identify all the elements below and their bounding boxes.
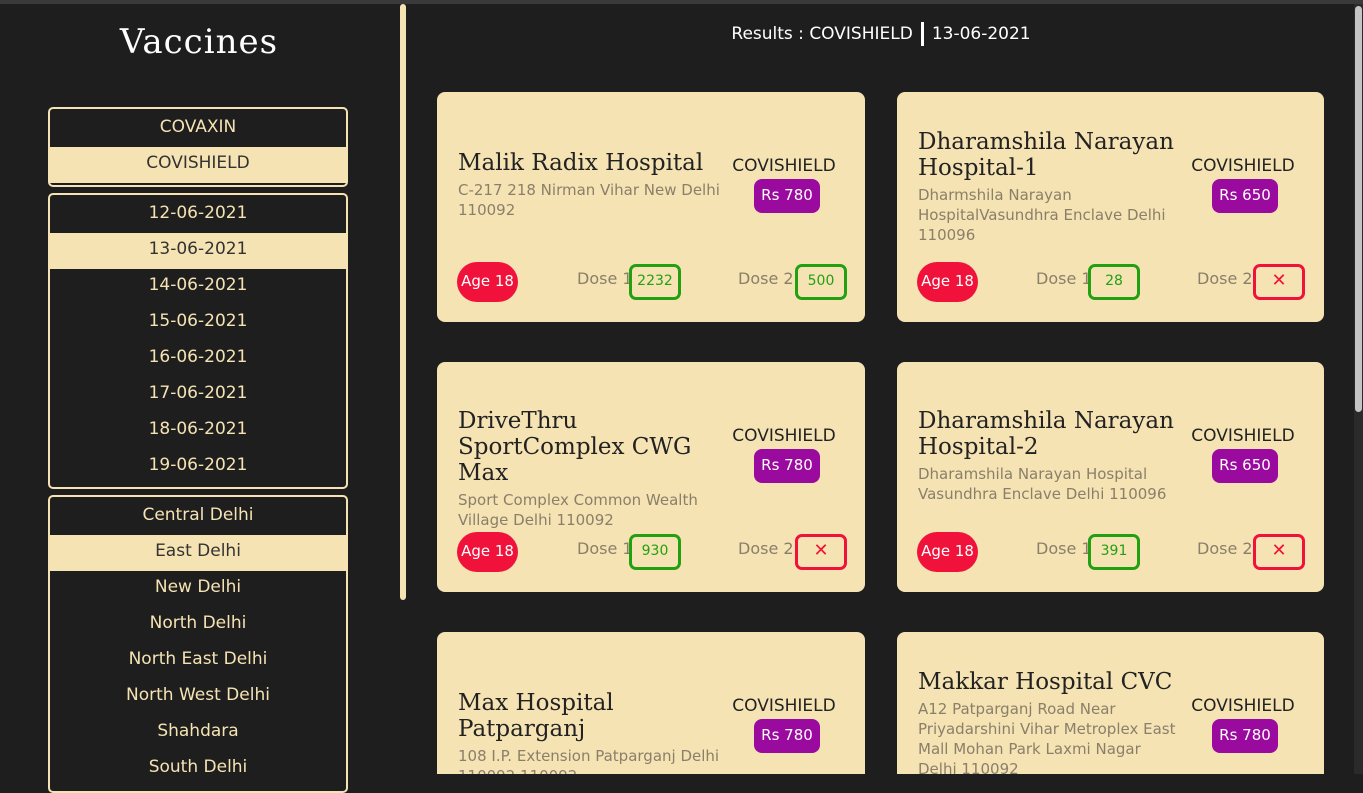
center-info: Malik Radix Hospital C-217 218 Nirman Vi… bbox=[458, 150, 720, 220]
dose1-label: Dose 1 bbox=[577, 539, 633, 558]
dose1-count[interactable]: 28 bbox=[1088, 264, 1140, 300]
center-name: Dharamshila Narayan Hospital-1 bbox=[918, 129, 1174, 181]
results-vaccine: COVISHIELD bbox=[809, 24, 913, 44]
price-badge: Rs 780 bbox=[754, 179, 820, 213]
dose1-count[interactable]: 391 bbox=[1088, 534, 1140, 570]
dose2-label: Dose 2 bbox=[738, 269, 794, 288]
dose2-label: Dose 2 bbox=[1197, 539, 1253, 558]
center-card: Malik Radix Hospital C-217 218 Nirman Vi… bbox=[437, 92, 865, 322]
price-badge: Rs 780 bbox=[754, 719, 820, 753]
separator-bar bbox=[920, 22, 924, 46]
district-option[interactable]: South Delhi bbox=[50, 751, 346, 787]
center-name: Makkar Hospital CVC bbox=[918, 669, 1173, 695]
center-card: Dharamshila Narayan Hospital-1 Dharmshil… bbox=[897, 92, 1324, 322]
price-badge: Rs 650 bbox=[1212, 179, 1278, 213]
date-select[interactable]: 12-06-2021 13-06-2021 14-06-2021 15-06-2… bbox=[48, 193, 348, 489]
date-option[interactable]: 12-06-2021 bbox=[50, 197, 346, 233]
center-card: Dharamshila Narayan Hospital-2 Dharamshi… bbox=[897, 362, 1324, 592]
dose2-unavailable[interactable]: ✕ bbox=[795, 534, 847, 570]
age-badge: Age 18 bbox=[457, 262, 518, 302]
age-badge: Age 18 bbox=[457, 532, 518, 572]
center-info: Dharamshila Narayan Hospital-1 Dharmshil… bbox=[918, 129, 1180, 245]
district-select[interactable]: Central Delhi East Delhi New Delhi North… bbox=[48, 495, 348, 793]
results-header: Results : COVISHIELD 13-06-2021 bbox=[406, 22, 1356, 46]
district-option[interactable]: North East Delhi bbox=[50, 643, 346, 679]
price-badge: Rs 780 bbox=[1212, 719, 1278, 753]
vaccine-name: COVISHIELD bbox=[732, 426, 836, 446]
date-option[interactable]: 19-06-2021 bbox=[50, 449, 346, 485]
center-address: Sport Complex Common Wealth Village Delh… bbox=[458, 491, 698, 529]
center-card: Max Hospital Patparganj 108 I.P. Extensi… bbox=[437, 632, 865, 774]
dose1-label: Dose 1 bbox=[1036, 269, 1092, 288]
date-option[interactable]: 16-06-2021 bbox=[50, 341, 346, 377]
vaccine-name: COVISHIELD bbox=[1191, 156, 1295, 176]
dose2-unavailable[interactable]: ✕ bbox=[1253, 264, 1305, 300]
center-card: Makkar Hospital CVC A12 Patparganj Road … bbox=[897, 632, 1324, 774]
district-option[interactable]: North West Delhi bbox=[50, 679, 346, 715]
date-option[interactable]: 13-06-2021 bbox=[50, 233, 346, 269]
vaccine-name: COVISHIELD bbox=[1191, 426, 1295, 446]
center-name: Dharamshila Narayan Hospital-2 bbox=[918, 408, 1174, 460]
date-option[interactable]: 15-06-2021 bbox=[50, 305, 346, 341]
age-badge: Age 18 bbox=[917, 262, 978, 302]
district-option[interactable]: East Delhi bbox=[50, 535, 346, 571]
district-option[interactable]: North Delhi bbox=[50, 607, 346, 643]
dose2-label: Dose 2 bbox=[1197, 269, 1253, 288]
dose2-unavailable[interactable]: ✕ bbox=[1253, 534, 1305, 570]
price-badge: Rs 780 bbox=[754, 449, 820, 483]
results-prefix: Results : bbox=[731, 24, 810, 44]
center-address: 108 I.P. Extension Patparganj Delhi 1100… bbox=[458, 747, 720, 774]
date-option[interactable]: 14-06-2021 bbox=[50, 269, 346, 305]
scrollbar-thumb[interactable] bbox=[1355, 6, 1362, 412]
option-covishield[interactable]: COVISHIELD bbox=[50, 147, 346, 183]
sidebar-divider bbox=[400, 4, 406, 600]
option-covaxin[interactable]: COVAXIN bbox=[50, 111, 346, 147]
vaccine-name: COVISHIELD bbox=[1191, 696, 1295, 716]
dose1-count[interactable]: 930 bbox=[629, 534, 681, 570]
results-date: 13-06-2021 bbox=[931, 24, 1031, 44]
sidebar: Vaccines COVAXIN COVISHIELD 12-06-2021 1… bbox=[0, 4, 400, 793]
center-info: Max Hospital Patparganj 108 I.P. Extensi… bbox=[458, 690, 720, 774]
district-option[interactable]: Central Delhi bbox=[50, 499, 346, 535]
age-badge: Age 18 bbox=[917, 532, 978, 572]
center-info: DriveThru SportComplex CWG Max Sport Com… bbox=[458, 408, 720, 530]
date-option[interactable]: 17-06-2021 bbox=[50, 377, 346, 413]
dose1-label: Dose 1 bbox=[1036, 539, 1092, 558]
center-name: Malik Radix Hospital bbox=[458, 150, 704, 176]
center-card: DriveThru SportComplex CWG Max Sport Com… bbox=[437, 362, 865, 592]
district-option[interactable]: Shahdara bbox=[50, 715, 346, 751]
center-address: Dharamshila Narayan Hospital Vasundhra E… bbox=[918, 465, 1167, 503]
center-address: A12 Patparganj Road Near Priyadarshini V… bbox=[918, 700, 1176, 774]
dose2-count[interactable]: 500 bbox=[795, 264, 847, 300]
vaccine-name: COVISHIELD bbox=[732, 156, 836, 176]
district-option[interactable]: New Delhi bbox=[50, 571, 346, 607]
center-info: Dharamshila Narayan Hospital-2 Dharamshi… bbox=[918, 408, 1180, 504]
center-address: Dharmshila Narayan HospitalVasundhra Enc… bbox=[918, 186, 1166, 244]
vaccine-name: COVISHIELD bbox=[732, 696, 836, 716]
vaccine-select[interactable]: COVAXIN COVISHIELD bbox=[48, 107, 348, 187]
center-name: DriveThru SportComplex CWG Max bbox=[458, 408, 692, 486]
dose1-count[interactable]: 2232 bbox=[629, 264, 681, 300]
dose2-label: Dose 2 bbox=[738, 539, 794, 558]
sidebar-title: Vaccines bbox=[119, 22, 279, 62]
price-badge: Rs 650 bbox=[1212, 449, 1278, 483]
center-name: Max Hospital Patparganj bbox=[458, 690, 614, 742]
center-info: Makkar Hospital CVC A12 Patparganj Road … bbox=[918, 669, 1180, 774]
center-address: C-217 218 Nirman Vihar New Delhi 110092 bbox=[458, 181, 720, 219]
dose1-label: Dose 1 bbox=[577, 269, 633, 288]
date-option[interactable]: 18-06-2021 bbox=[50, 413, 346, 449]
